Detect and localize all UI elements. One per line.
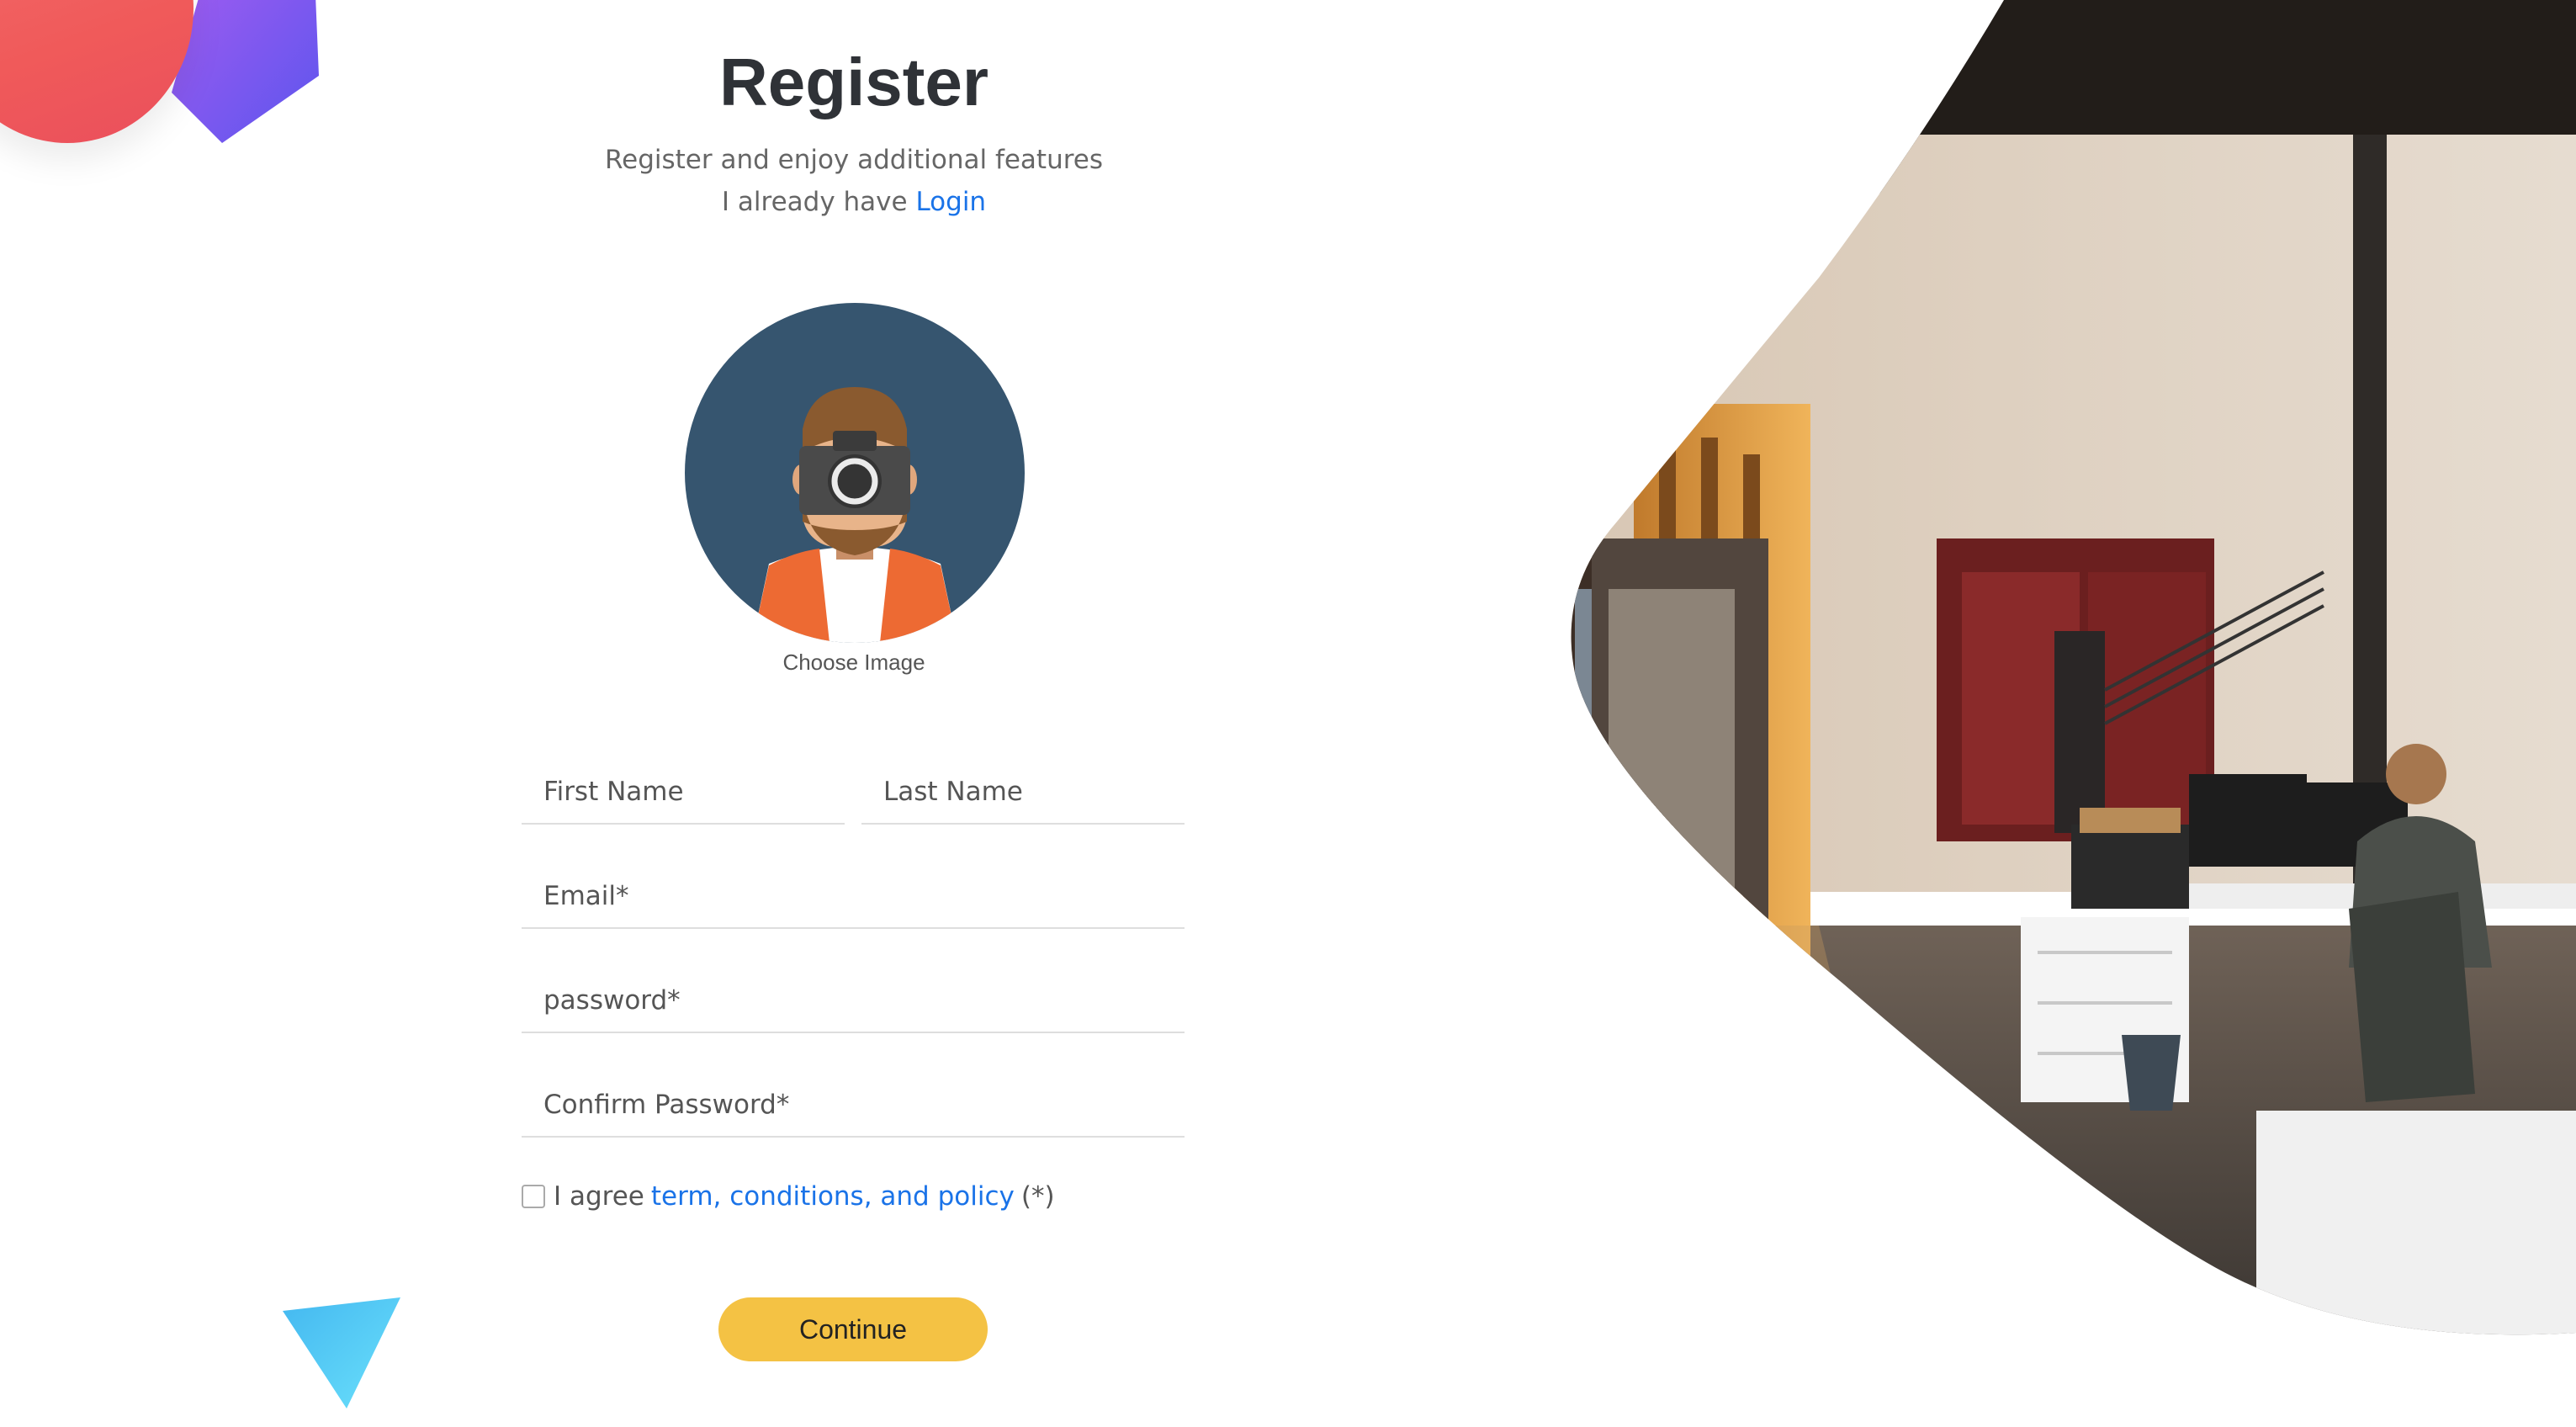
confirm-password-field[interactable] bbox=[522, 1085, 1185, 1138]
choose-image-label: Choose Image bbox=[782, 650, 925, 675]
agree-suffix: (*) bbox=[1020, 1181, 1055, 1212]
office-photo-illustration bbox=[1571, 0, 2576, 1335]
agree-checkbox[interactable] bbox=[522, 1185, 545, 1208]
decorative-triangle bbox=[283, 1297, 400, 1408]
terms-agreement: I agree term, conditions, and policy (*) bbox=[522, 1180, 1055, 1213]
photographer-avatar-icon bbox=[752, 387, 957, 643]
office-photo bbox=[1566, 0, 2576, 1338]
login-prefix: I already have bbox=[721, 187, 908, 217]
avatar-upload-button[interactable] bbox=[685, 303, 1025, 643]
terms-link[interactable]: term, conditions, and policy bbox=[651, 1181, 1015, 1212]
last-name-field[interactable] bbox=[861, 772, 1185, 825]
page-title: Register bbox=[718, 45, 989, 119]
password-field[interactable] bbox=[522, 981, 1185, 1033]
login-prompt: I already have Login bbox=[522, 187, 1186, 217]
continue-button[interactable]: Continue bbox=[718, 1297, 988, 1361]
first-name-field[interactable] bbox=[522, 772, 845, 825]
email-field[interactable] bbox=[522, 877, 1185, 929]
login-link[interactable]: Login bbox=[915, 187, 986, 217]
camera-icon bbox=[828, 454, 882, 508]
page-subtitle: Register and enjoy additional features bbox=[604, 145, 1104, 175]
agree-prefix: I agree bbox=[554, 1181, 644, 1212]
register-form: Register Register and enjoy additional f… bbox=[522, 0, 1186, 1427]
